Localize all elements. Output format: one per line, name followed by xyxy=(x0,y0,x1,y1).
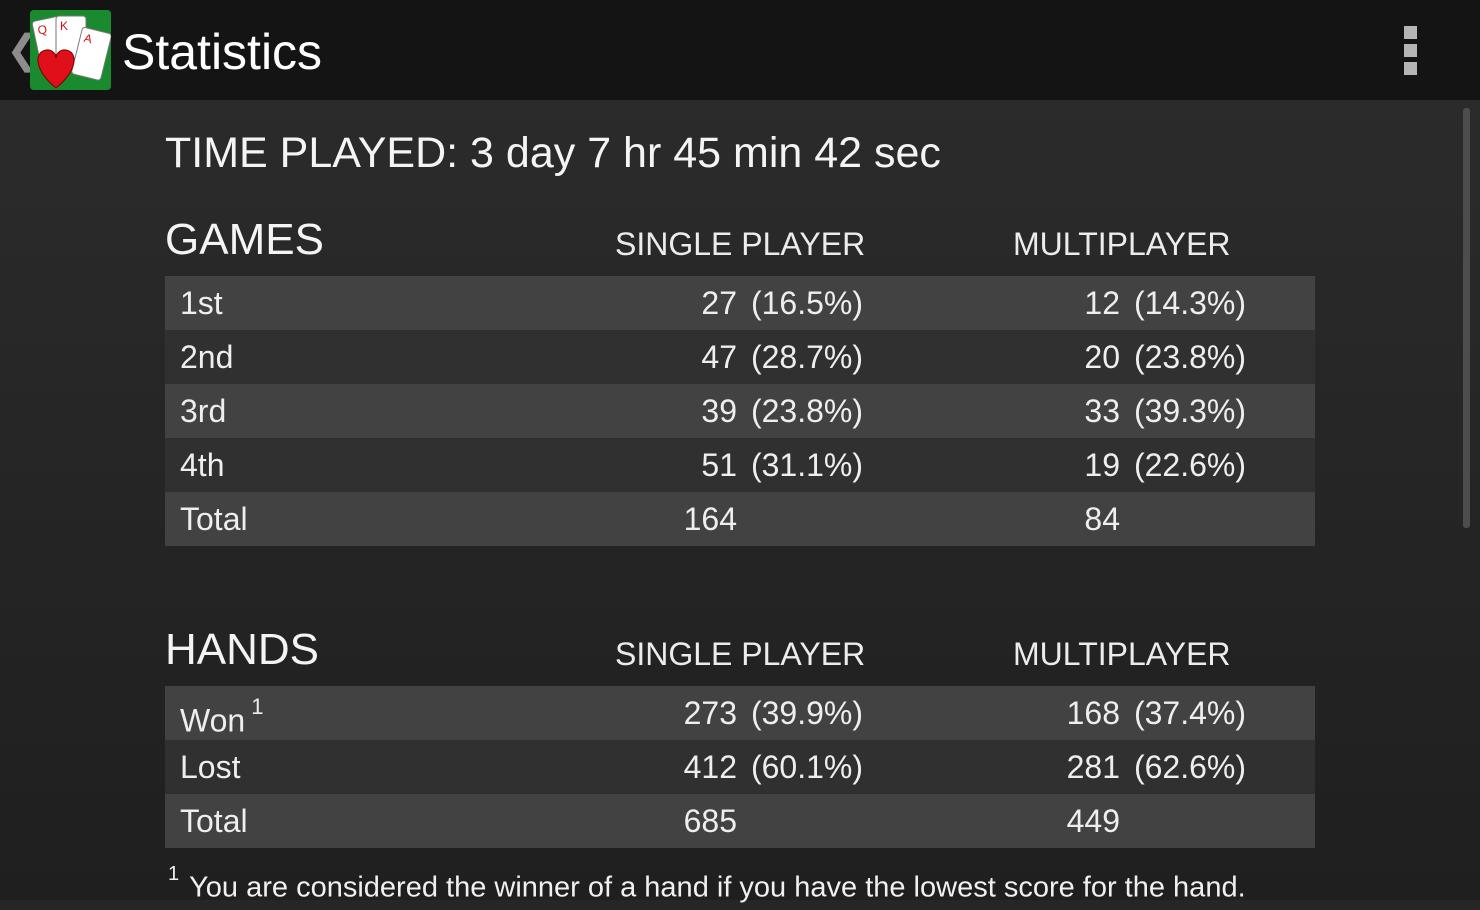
games-title: GAMES xyxy=(165,215,324,264)
row-label: Lost xyxy=(180,749,241,785)
single-player-percent: (23.8%) xyxy=(750,393,863,429)
multiplayer-count: 168 xyxy=(1066,695,1120,731)
multiplayer-count: 19 xyxy=(1084,447,1120,483)
table-row: Lost 412 (60.1%) 281 (62.6%) xyxy=(165,740,1315,794)
multiplayer-percent: (23.8%) xyxy=(1133,339,1246,375)
time-played: TIME PLAYED: 3 day 7 hr 45 min 42 sec xyxy=(165,129,941,177)
scrollbar[interactable] xyxy=(1463,108,1470,528)
single-player-percent: (60.1%) xyxy=(750,749,863,785)
single-player-total: 164 xyxy=(683,501,737,537)
row-label: Won 1 xyxy=(180,686,263,748)
hearts-cards-icon[interactable]: Q K A xyxy=(30,10,111,90)
row-label: Total xyxy=(180,501,248,537)
hands-multiplayer-header: MULTIPLAYER xyxy=(1013,636,1231,672)
hands-title: HANDS xyxy=(165,625,320,674)
footnote-marker: 1 xyxy=(168,863,180,885)
row-label: 2nd xyxy=(180,339,234,375)
table-row: 2nd 47 (28.7%) 20 (23.8%) xyxy=(165,330,1315,384)
single-player-percent: (16.5%) xyxy=(750,285,863,321)
overflow-menu-icon[interactable] xyxy=(1396,22,1426,78)
games-single-player-header: SINGLE PLAYER xyxy=(615,226,866,262)
multiplayer-count: 20 xyxy=(1084,339,1120,375)
table-row-total: Total 685 449 xyxy=(165,794,1315,848)
footnote: 1 You are considered the winner of a hand… xyxy=(168,858,1246,910)
multiplayer-percent: (62.6%) xyxy=(1133,749,1246,785)
table-row: 4th 51 (31.1%) 19 (22.6%) xyxy=(165,438,1315,492)
single-player-count: 47 xyxy=(701,339,737,375)
multiplayer-percent: (14.3%) xyxy=(1133,285,1246,321)
footnote-text: You are considered the winner of a hand … xyxy=(189,871,1246,904)
table-row: 1st 27 (16.5%) 12 (14.3%) xyxy=(165,276,1315,330)
multiplayer-count: 281 xyxy=(1066,749,1120,785)
games-header: GAMES SINGLE PLAYER MULTIPLAYER xyxy=(165,214,1315,276)
hands-single-player-header: SINGLE PLAYER xyxy=(615,636,866,672)
single-player-count: 412 xyxy=(683,749,737,785)
games-section: GAMES SINGLE PLAYER MULTIPLAYER 1st 27 (… xyxy=(165,214,1315,546)
row-label: 3rd xyxy=(180,393,227,429)
multiplayer-percent: (22.6%) xyxy=(1133,447,1246,483)
single-player-total: 685 xyxy=(683,803,737,839)
table-row-total: Total 164 84 xyxy=(165,492,1315,546)
row-label: 1st xyxy=(180,285,223,321)
multiplayer-count: 33 xyxy=(1084,393,1120,429)
games-multiplayer-header: MULTIPLAYER xyxy=(1013,226,1231,262)
footnote-marker: 1 xyxy=(251,694,264,719)
table-row: 3rd 39 (23.8%) 33 (39.3%) xyxy=(165,384,1315,438)
single-player-percent: (31.1%) xyxy=(750,447,863,483)
single-player-percent: (39.9%) xyxy=(750,695,863,731)
single-player-count: 39 xyxy=(701,393,737,429)
row-label: Total xyxy=(180,803,248,839)
multiplayer-count: 12 xyxy=(1084,285,1120,321)
single-player-count: 27 xyxy=(701,285,737,321)
multiplayer-percent: (39.3%) xyxy=(1133,393,1246,429)
multiplayer-percent: (37.4%) xyxy=(1133,695,1246,731)
single-player-percent: (28.7%) xyxy=(750,339,863,375)
row-label-text: Won xyxy=(180,702,246,739)
single-player-count: 51 xyxy=(701,447,737,483)
page-title: Statistics xyxy=(122,24,323,80)
table-row: Won 1 273 (39.9%) 168 (37.4%) xyxy=(165,686,1315,740)
single-player-count: 273 xyxy=(683,695,737,731)
action-bar: ❮ Q K A Statistics xyxy=(0,0,1480,100)
row-label: 4th xyxy=(180,447,225,483)
multiplayer-total: 449 xyxy=(1066,803,1120,839)
multiplayer-total: 84 xyxy=(1084,501,1120,537)
hands-section: HANDS SINGLE PLAYER MULTIPLAYER Won 1 273… xyxy=(165,624,1315,848)
svg-text:K: K xyxy=(60,19,68,33)
hands-header: HANDS SINGLE PLAYER MULTIPLAYER xyxy=(165,624,1315,686)
